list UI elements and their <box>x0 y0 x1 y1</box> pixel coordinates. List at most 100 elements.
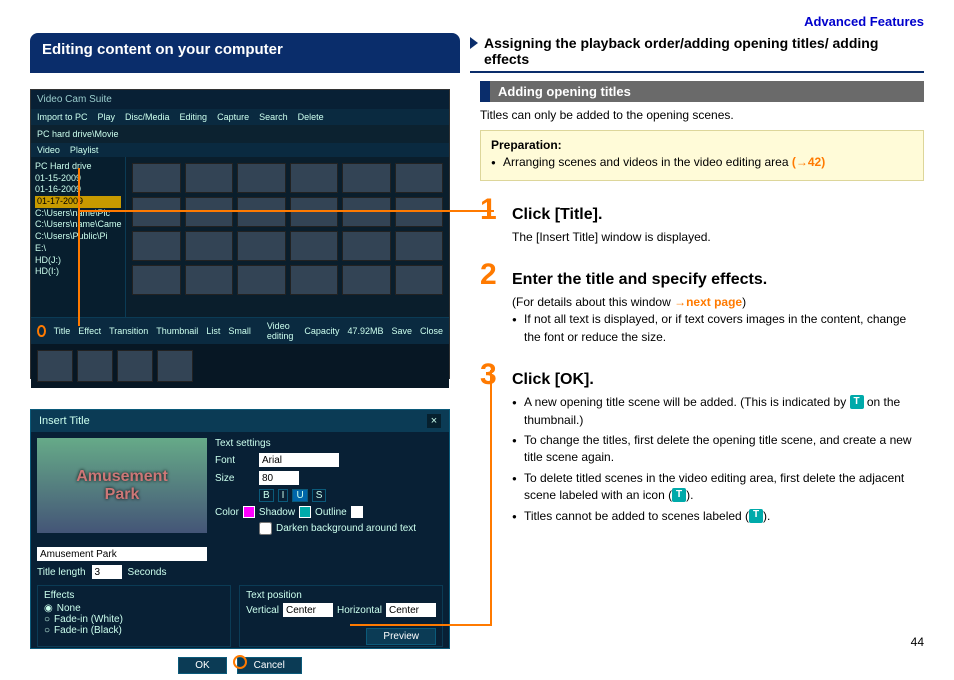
capacity-value: 47.92MB <box>347 326 383 336</box>
preview-text-line2: Park <box>105 486 140 503</box>
thumbnail[interactable] <box>395 197 444 227</box>
details-prefix: (For details about this window <box>512 295 674 309</box>
video-editing-label: Video editing <box>267 321 297 341</box>
menu-item[interactable]: Disc/Media <box>125 112 170 122</box>
thumbnail[interactable] <box>132 265 181 295</box>
preview-button[interactable]: Preview <box>366 628 436 645</box>
text-settings-label: Text settings <box>215 438 443 449</box>
breadcrumb: PC hard drive\Movie <box>37 129 119 139</box>
thumbnail[interactable] <box>342 231 391 261</box>
small-view-button[interactable]: Small <box>228 326 251 336</box>
preparation-link[interactable]: (→42) <box>792 155 825 169</box>
outline-label: Outline <box>315 507 347 518</box>
color-swatch[interactable] <box>243 506 255 518</box>
preparation-label: Preparation: <box>491 138 562 152</box>
thumbnail[interactable] <box>132 163 181 193</box>
shadow-swatch[interactable] <box>299 506 311 518</box>
effects-label: Effects <box>44 590 224 601</box>
thumbnail[interactable] <box>185 265 234 295</box>
connector-line <box>490 370 492 626</box>
tab-playlist[interactable]: Playlist <box>70 145 99 155</box>
app-screenshot-main: Video Cam Suite Import to PC Play Disc/M… <box>30 89 450 379</box>
thumbnail[interactable] <box>237 163 286 193</box>
step-bullet: To delete titled scenes in the video edi… <box>512 470 924 505</box>
menu-item[interactable]: Search <box>259 112 288 122</box>
editing-strip[interactable] <box>31 344 449 388</box>
effect-fadein-white-radio[interactable]: Fade-in (White) <box>44 614 224 625</box>
arrow-right-icon <box>470 37 478 49</box>
list-view-button[interactable]: List <box>206 326 220 336</box>
menu-item[interactable]: Delete <box>298 112 324 122</box>
thumbnail[interactable] <box>342 265 391 295</box>
thumbnail[interactable] <box>290 231 339 261</box>
thumbnail[interactable] <box>342 197 391 227</box>
menu-item[interactable]: Capture <box>217 112 249 122</box>
next-page-link[interactable]: →next page <box>674 295 742 309</box>
thumbnail[interactable] <box>132 231 181 261</box>
thumbnail[interactable] <box>395 231 444 261</box>
strip-thumb[interactable] <box>157 350 193 382</box>
strip-thumb[interactable] <box>77 350 113 382</box>
effect-button[interactable]: Effect <box>78 326 101 336</box>
thumbnail[interactable] <box>185 197 234 227</box>
title-icon: T <box>749 509 763 523</box>
preparation-box: Preparation: Arranging scenes and videos… <box>480 130 924 181</box>
title-icon: T <box>672 488 686 502</box>
thumbnail[interactable] <box>185 231 234 261</box>
sub-heading: Adding opening titles <box>480 81 924 102</box>
bold-button[interactable]: B <box>259 489 274 502</box>
ok-button[interactable]: OK <box>178 657 226 674</box>
underline-button[interactable]: U <box>292 489 307 502</box>
connector-line <box>350 624 490 626</box>
tab-video[interactable]: Video <box>37 145 60 155</box>
title-length-label: Title length <box>37 567 86 578</box>
title-button[interactable]: Title <box>54 326 71 336</box>
italic-button[interactable]: I <box>278 489 289 502</box>
effect-fadein-black-radio[interactable]: Fade-in (Black) <box>44 625 224 636</box>
thumbnail[interactable] <box>132 197 181 227</box>
menu-item[interactable]: Editing <box>180 112 208 122</box>
save-button[interactable]: Save <box>391 326 412 336</box>
strip-thumb[interactable] <box>37 350 73 382</box>
menu-item[interactable]: Import to PC <box>37 112 88 122</box>
strip-thumb[interactable] <box>117 350 153 382</box>
title-icon: T <box>850 395 864 409</box>
close-button[interactable]: Close <box>420 326 443 336</box>
step-3: 3 Click [OK]. A new opening title scene … <box>480 360 924 525</box>
thumbnail[interactable] <box>342 163 391 193</box>
thumbnail[interactable] <box>237 197 286 227</box>
thumbnail[interactable] <box>290 163 339 193</box>
step-title: Click [OK]. <box>512 371 594 389</box>
darken-checkbox[interactable] <box>259 522 272 535</box>
thumbnail[interactable] <box>395 163 444 193</box>
step-bullet: To change the titles, first delete the o… <box>512 432 924 467</box>
thumbnail-view-button[interactable]: Thumbnail <box>156 326 198 336</box>
thumbnail[interactable] <box>185 163 234 193</box>
size-label: Size <box>215 473 255 484</box>
shadow-toggle-button[interactable]: S <box>312 489 327 502</box>
vertical-label: Vertical <box>246 605 279 616</box>
vertical-select[interactable] <box>283 603 333 617</box>
transition-button[interactable]: Transition <box>109 326 148 336</box>
step-bullet: A new opening title scene will be added.… <box>512 394 924 429</box>
outline-swatch[interactable] <box>351 506 363 518</box>
intro-text: Titles can only be added to the opening … <box>480 108 924 122</box>
effect-none-radio[interactable]: None <box>44 603 224 614</box>
thumbnail-grid[interactable] <box>126 157 449 317</box>
horizontal-select[interactable] <box>386 603 436 617</box>
insert-title-dialog: Insert Title × Amusement Park Text setti… <box>30 409 450 649</box>
title-length-input[interactable] <box>92 565 122 579</box>
darken-label: Darken background around text <box>276 523 416 534</box>
font-select[interactable] <box>259 453 339 467</box>
menu-item[interactable]: Play <box>98 112 116 122</box>
thumbnail[interactable] <box>237 231 286 261</box>
thumbnail[interactable] <box>290 265 339 295</box>
advanced-features-link[interactable]: Advanced Features <box>30 14 924 29</box>
thumbnail[interactable] <box>237 265 286 295</box>
close-icon[interactable]: × <box>427 414 441 428</box>
thumbnail[interactable] <box>290 197 339 227</box>
seconds-label: Seconds <box>128 567 167 578</box>
title-text-input[interactable] <box>37 547 207 561</box>
thumbnail[interactable] <box>395 265 444 295</box>
size-input[interactable] <box>259 471 299 485</box>
